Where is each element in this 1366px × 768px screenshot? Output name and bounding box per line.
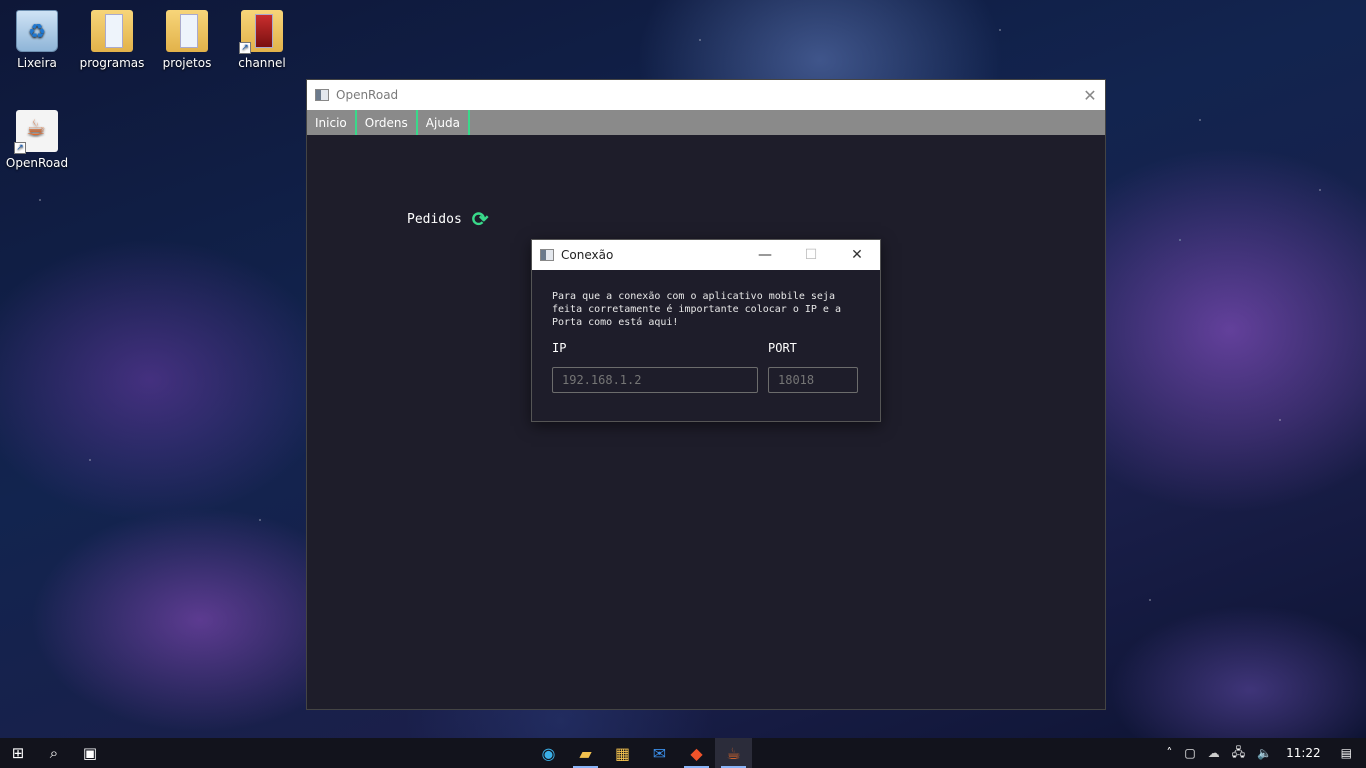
pedidos-label: Pedidos — [407, 211, 462, 227]
close-icon[interactable]: ✕ — [1075, 86, 1105, 105]
java-icon: ☕ — [726, 743, 741, 763]
chevron-up-icon[interactable]: ˄ — [1160, 746, 1178, 760]
taskbar-mail[interactable]: ✉ — [641, 738, 678, 768]
store-icon: ▦ — [614, 743, 631, 763]
recycle-bin-icon — [16, 10, 58, 52]
taskbar-brave[interactable]: ◆ — [678, 738, 715, 768]
search-button[interactable]: ⌕ — [36, 738, 72, 768]
desktop-icon-lixeira[interactable]: Lixeira — [0, 10, 74, 70]
close-icon[interactable]: ✕ — [834, 247, 880, 263]
taskbar: ⊞ ⌕ ▣ ◉ ▰ ▦ ✉ ◆ ☕ ˄ ▢ ☁ 🖧 🔈 11:22 ▤ — [0, 738, 1366, 768]
desktop-icon-channel[interactable]: ↗ channel — [225, 10, 299, 70]
start-button[interactable]: ⊞ — [0, 738, 36, 768]
desktop-icon-label: programas — [79, 56, 145, 70]
dialog-title: Conexão — [561, 248, 614, 262]
task-view-icon: ▣ — [82, 744, 98, 762]
clock[interactable]: 11:22 — [1278, 746, 1335, 760]
edge-icon: ◉ — [541, 743, 556, 763]
folder-icon — [166, 10, 208, 52]
menu-inicio[interactable]: Inicio — [307, 110, 357, 135]
device-icon[interactable]: ▢ — [1178, 746, 1201, 760]
shortcut-arrow-icon: ↗ — [239, 42, 251, 54]
windows-logo-icon: ⊞ — [11, 744, 25, 762]
ip-input[interactable] — [552, 367, 758, 393]
onedrive-icon[interactable]: ☁ — [1202, 746, 1226, 760]
desktop-icon-label: projetos — [162, 56, 212, 70]
menu-ordens[interactable]: Ordens — [357, 110, 418, 135]
mail-icon: ✉ — [652, 743, 667, 763]
pedidos-header: Pedidos ⟳ — [407, 209, 489, 229]
desktop-icon-projetos[interactable]: projetos — [150, 10, 224, 70]
desktop-icon-label: OpenRoad — [5, 156, 69, 170]
maximize-icon: ☐ — [804, 247, 818, 263]
taskbar-edge[interactable]: ◉ — [530, 738, 567, 768]
menu-bar: Inicio Ordens Ajuda — [307, 110, 1105, 135]
brave-icon: ◆ — [690, 743, 703, 763]
volume-icon[interactable]: 🔈 — [1251, 746, 1278, 760]
connection-dialog: Conexão — ☐ ✕ Para que a conexão com o a… — [531, 239, 881, 422]
dialog-message: Para que a conexão com o aplicativo mobi… — [552, 291, 841, 328]
desktop-icon-openroad[interactable]: ↗ OpenRoad — [0, 110, 74, 170]
desktop-icon-programas[interactable]: programas — [75, 10, 149, 70]
refresh-icon[interactable]: ⟳ — [472, 209, 489, 229]
window-title: OpenRoad — [336, 88, 399, 102]
desktop-icon-label: Lixeira — [17, 56, 57, 70]
network-icon[interactable]: 🖧 — [1226, 743, 1251, 764]
dialog-titlebar[interactable]: Conexão — ☐ ✕ — [532, 240, 880, 270]
system-tray: ˄ ▢ ☁ 🖧 🔈 11:22 ▤ — [1160, 743, 1366, 764]
port-label: PORT — [768, 341, 797, 355]
taskbar-java-app[interactable]: ☕ — [715, 738, 752, 768]
desktop-icon-label: channel — [238, 56, 286, 70]
window-titlebar[interactable]: OpenRoad ✕ — [307, 80, 1105, 110]
port-field-group: PORT — [768, 341, 858, 393]
task-view-button[interactable]: ▣ — [72, 738, 108, 768]
notification-icon[interactable]: ▤ — [1335, 746, 1366, 760]
ip-field-group: IP — [552, 341, 758, 393]
java-icon: ↗ — [14, 110, 58, 154]
taskbar-file-explorer[interactable]: ▰ — [567, 738, 604, 768]
search-icon: ⌕ — [49, 744, 59, 762]
app-icon — [315, 89, 329, 101]
folder-shortcut-icon: ↗ — [239, 10, 283, 54]
folder-icon — [91, 10, 133, 52]
folder-icon: ▰ — [579, 743, 592, 763]
ip-label: IP — [552, 341, 567, 355]
menu-ajuda[interactable]: Ajuda — [418, 110, 470, 135]
port-input[interactable] — [768, 367, 858, 393]
shortcut-arrow-icon: ↗ — [14, 142, 26, 154]
taskbar-store[interactable]: ▦ — [604, 738, 641, 768]
minimize-icon[interactable]: — — [742, 247, 788, 263]
app-icon — [540, 249, 554, 261]
